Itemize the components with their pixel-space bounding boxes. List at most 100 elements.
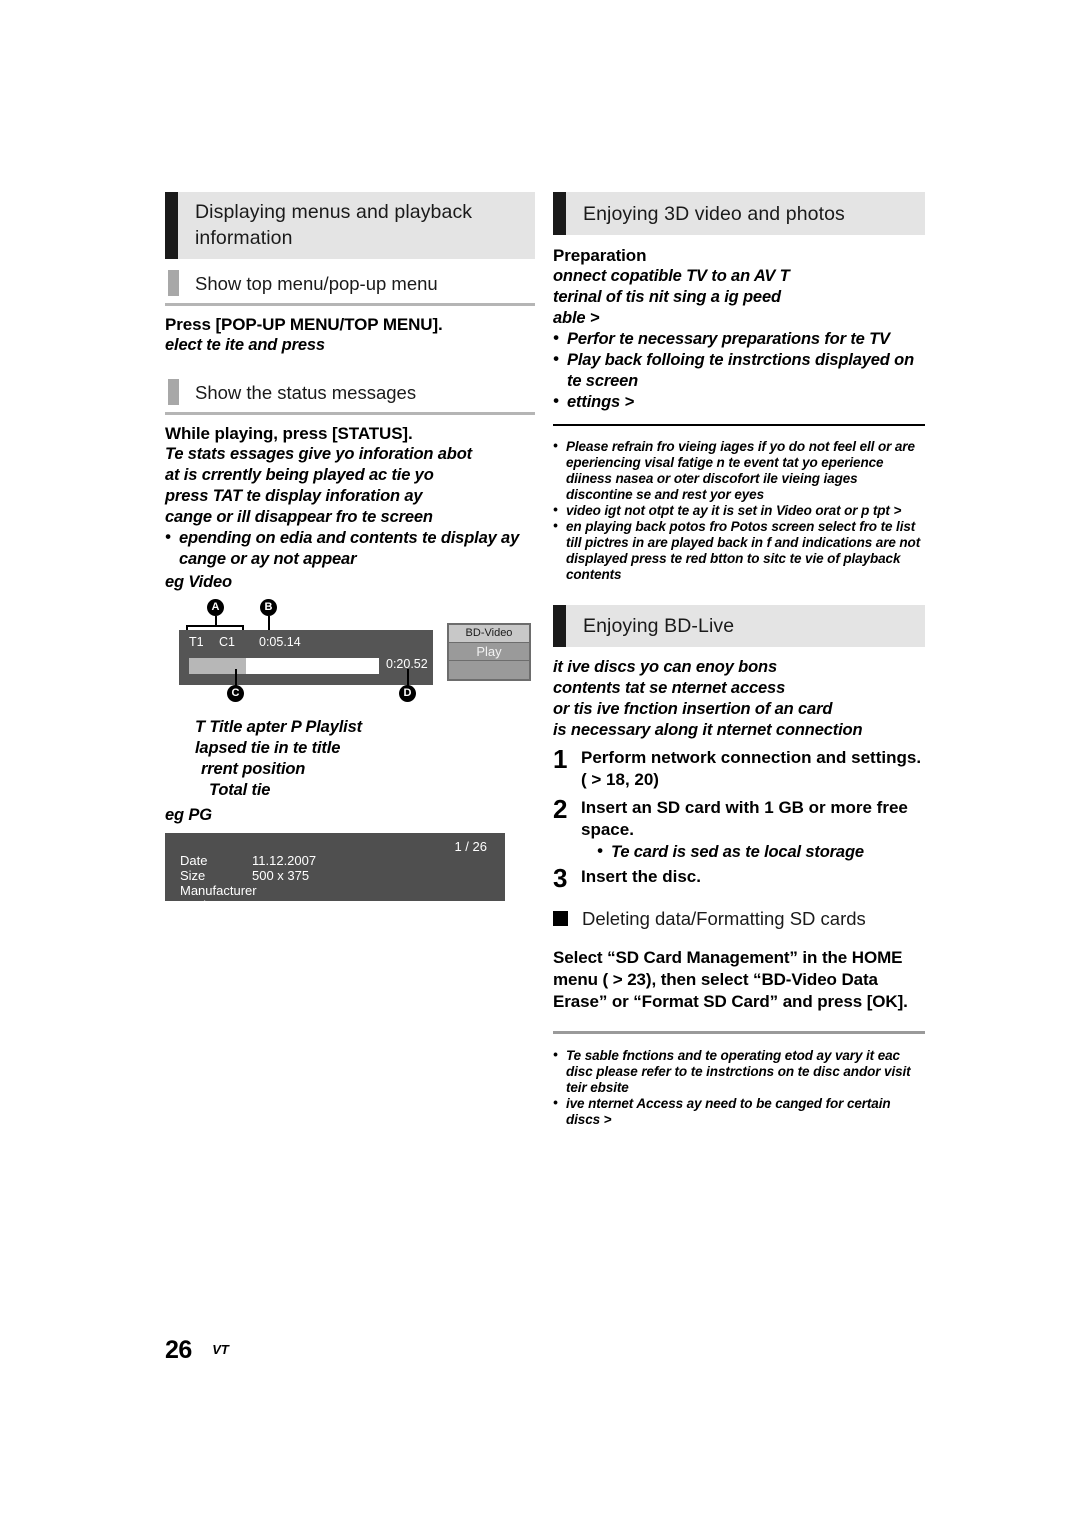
jpeg-info-rows: Date 11.12.2007 Size 500 x 375 Manufacture… <box>180 853 316 913</box>
osd-extra-row <box>449 661 529 679</box>
status-desc-line-1: Te stats essages give yo inforation abot <box>165 445 472 463</box>
list-item: Te sable fnctions and te operating etod … <box>553 1047 925 1096</box>
divider <box>553 1031 925 1034</box>
step-text: Perform network connection and settings. <box>581 748 922 767</box>
status-desc-line-4: cange or ill disappear fro te screen <box>165 508 433 526</box>
bdlive-notes-list: Te sable fnctions and te operating etod … <box>553 1047 925 1128</box>
sd-management-line-2: menu ( > 23), then select “BD-Video Data <box>553 970 878 989</box>
section-header-displaying-menus: Displaying menus and playback informatio… <box>165 192 535 259</box>
list-item: Please refrain fro vieing iages if yo do… <box>553 438 925 503</box>
prep-line-2: terinal of tis nit sing a ig peed <box>553 288 781 306</box>
legend-line-c: rrent position <box>201 760 306 778</box>
list-item: en playing back potos fro Potos screen s… <box>553 518 925 583</box>
jpeg-label-date: Date <box>180 853 208 868</box>
callout-d: D <box>399 685 416 702</box>
leader-bracket-a <box>186 625 244 627</box>
osd-side-panel: BD-Video Play <box>447 623 531 681</box>
status-desc-line-3: press TAT te display inforation ay <box>165 487 423 505</box>
step-body: Perform network connection and settings.… <box>581 747 925 791</box>
section-title: Enjoying 3D video and photos <box>583 203 845 225</box>
instruction-press-status: While playing, press [STATUS]. <box>165 424 413 443</box>
bdlive-intro-line-3: or tis ive fnction insertion of an card <box>553 700 833 718</box>
right-column: Enjoying 3D video and photos Preparation… <box>553 192 925 1128</box>
step-2-notes: Te card is sed as te local storage <box>581 841 925 863</box>
list-item: ive nternet Access ay need to be canged … <box>553 1095 925 1128</box>
list-item: video igt not otpt te ay it is set in Vi… <box>553 502 925 519</box>
list-item: Te card is sed as te local storage <box>597 841 925 863</box>
jpeg-info-diagram: 1 / 26 Date 11.12.2007 Size 500 x 375 Manu… <box>165 833 505 913</box>
legend-line-d: Total tie <box>209 781 271 799</box>
leader-line-d <box>407 669 409 686</box>
osd-progress-track <box>189 658 379 674</box>
instruction-press-popup-menu: Press [POP-UP MENU/TOP MENU]. <box>165 315 443 334</box>
callout-b: B <box>260 599 277 616</box>
osd-status-bar: T1 C1 0:05.14 0:20.52 <box>179 630 433 685</box>
section-header-3d-video: Enjoying 3D video and photos <box>553 192 925 235</box>
table-row: Equipment <box>180 898 316 913</box>
subsection-title: Deleting data/Formatting SD cards <box>582 908 866 929</box>
jpeg-label-size: Size <box>180 868 206 883</box>
page-code: VT <box>212 1342 229 1357</box>
3d-notes-list: Please refrain fro vieing iages if yo do… <box>553 438 925 583</box>
step-number: 1 <box>553 744 568 774</box>
left-column: Displaying menus and playback informatio… <box>165 192 535 913</box>
sd-management-line-1: Select “SD Card Management” in the HOME <box>553 948 903 967</box>
video-status-diagram: A B T1 C1 0:05.14 0:20.52 BD-Video Play … <box>165 597 535 715</box>
step-text: Insert the disc. <box>581 867 701 886</box>
section-title: Enjoying BD-Live <box>583 615 735 637</box>
subsection-header-deleting-data: Deleting data/Formatting SD cards <box>553 906 925 931</box>
step-reference: ( > 18, 20) <box>581 770 659 789</box>
sd-management-line-3: Erase” or “Format SD Card” and press [OK… <box>553 992 908 1011</box>
step-1: 1 Perform network connection and setting… <box>553 744 925 791</box>
leader-line-c <box>235 669 237 686</box>
list-item: epending on edia and contents te display… <box>165 527 535 570</box>
subsection-header-top-menu: Show top menu/pop-up menu <box>165 269 535 306</box>
osd-play-status: Play <box>449 643 529 661</box>
legend-line-a: T Title apter P Playlist <box>195 718 362 736</box>
osd-chapter-number: C1 <box>219 635 235 649</box>
example-video-label: eg Video <box>165 573 232 591</box>
list-item: Perfor te necessary preparations for te … <box>553 328 925 350</box>
jpeg-value-size: 500 x 375 <box>252 868 310 883</box>
bdlive-intro-line-2: contents tat se nternet access <box>553 679 786 697</box>
square-bullet-icon <box>553 911 568 926</box>
callout-a: A <box>207 599 224 616</box>
step-body: Insert the disc. <box>581 866 925 888</box>
status-desc-line-2: at is crrently being played ac tie yo <box>165 466 434 484</box>
prep-line-3: able > <box>553 309 600 327</box>
prep-bullet-list: Perfor te necessary preparations for te … <box>553 328 925 413</box>
osd-title-number: T1 <box>189 635 204 649</box>
jpeg-picture-count: 1 / 26 <box>454 839 487 854</box>
osd-disc-type: BD-Video <box>449 625 529 643</box>
step-3: 3 Insert the disc. <box>553 863 925 893</box>
status-note-list: epending on edia and contents te display… <box>165 527 535 570</box>
jpeg-label-equipment: Equipment <box>180 898 243 913</box>
instruction-select-item: elect te ite and press <box>165 336 325 354</box>
table-row: Date 11.12.2007 <box>180 853 316 868</box>
osd-progress-fill <box>189 658 246 674</box>
osd-elapsed-time: 0:05.14 <box>259 635 301 649</box>
divider <box>553 424 925 426</box>
callout-c: C <box>227 685 244 702</box>
prep-line-1: onnect copatible TV to an AV T <box>553 267 790 285</box>
subsection-title: Show top menu/pop-up menu <box>195 273 438 294</box>
step-2: 2 Insert an SD card with 1 GB or more fr… <box>553 794 925 863</box>
section-title: Displaying menus and playback informatio… <box>195 201 473 249</box>
step-number: 3 <box>553 863 568 893</box>
list-item: Play back folloing te instrctions displa… <box>553 349 925 392</box>
step-text: Insert an SD card with 1 GB or more free… <box>581 798 908 839</box>
legend-line-b: lapsed tie in te title <box>195 739 341 757</box>
document-page: Displaying menus and playback informatio… <box>0 0 1080 1526</box>
section-header-bd-live: Enjoying BD-Live <box>553 605 925 647</box>
step-number: 2 <box>553 794 568 824</box>
video-osd-legend: T Title apter P Playlist lapsed tie in t… <box>165 717 535 801</box>
jpeg-label-manufacturer: Manufacturer <box>180 883 257 898</box>
preparation-label: Preparation <box>553 246 647 265</box>
table-row: Size 500 x 375 <box>180 868 316 883</box>
step-body: Insert an SD card with 1 GB or more free… <box>581 797 925 863</box>
bdlive-intro-line-1: it ive discs yo can enoy bons <box>553 658 777 676</box>
list-item: ettings > <box>553 391 925 413</box>
subsection-title: Show the status messages <box>195 382 417 403</box>
subsection-header-status-messages: Show the status messages <box>165 378 535 415</box>
page-number: 26 <box>165 1336 192 1364</box>
